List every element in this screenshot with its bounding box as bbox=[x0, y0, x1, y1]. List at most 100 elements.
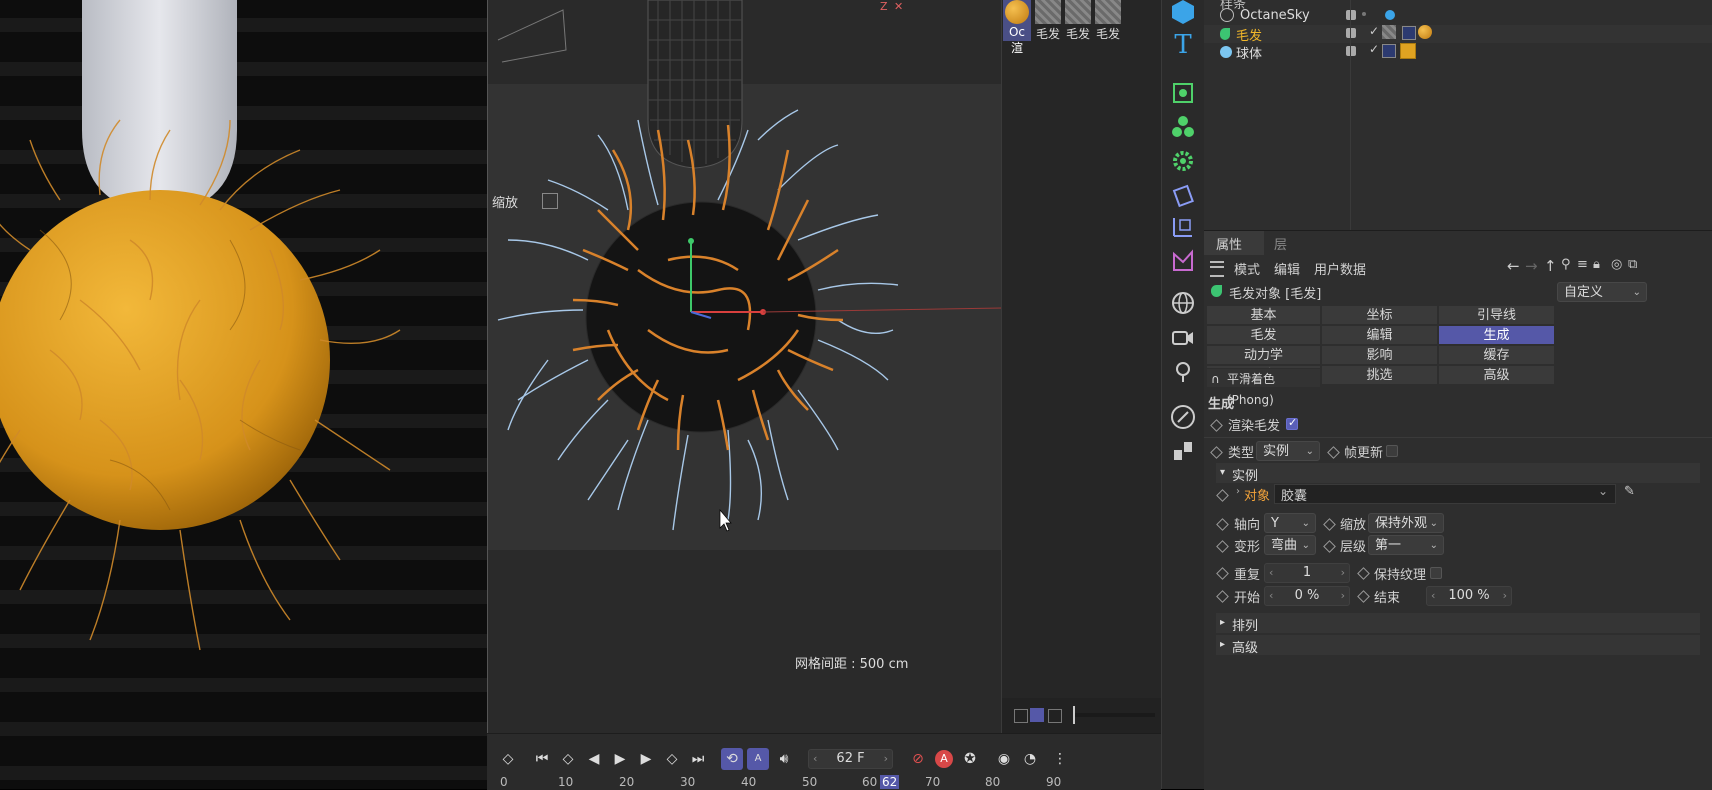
keyframe-icon[interactable] bbox=[1210, 419, 1223, 432]
keyframe-icon[interactable] bbox=[1357, 567, 1370, 580]
record-stop-icon[interactable]: ⊘ bbox=[907, 748, 929, 770]
gear-icon[interactable] bbox=[1168, 146, 1198, 176]
tab-select[interactable]: 挑选 bbox=[1321, 365, 1438, 385]
end-field[interactable]: ‹ 100 % › bbox=[1426, 586, 1512, 606]
text-tool-icon[interactable]: T bbox=[1168, 30, 1198, 60]
enabled-check-icon[interactable]: ✓ bbox=[1369, 24, 1379, 38]
grid-view-icon[interactable] bbox=[1030, 708, 1044, 722]
start-field[interactable]: ‹ 0 % › bbox=[1264, 586, 1350, 606]
play-icon[interactable]: ▶ bbox=[609, 748, 631, 770]
keyframe-icon[interactable] bbox=[1323, 518, 1336, 531]
cube-icon[interactable] bbox=[1168, 0, 1198, 26]
filter-icon[interactable]: ≡ bbox=[1577, 257, 1588, 272]
scale-dropdown[interactable]: 保持外观 ⌄ bbox=[1368, 513, 1444, 533]
keyframe-icon[interactable] bbox=[1216, 518, 1229, 531]
material-tag-icon[interactable] bbox=[1400, 43, 1416, 59]
go-to-start-icon[interactable]: ⏮ bbox=[531, 748, 553, 770]
zoom-slider[interactable] bbox=[1075, 713, 1155, 717]
layer-icon[interactable] bbox=[1346, 10, 1356, 20]
keyframe-icon[interactable] bbox=[1216, 590, 1229, 603]
menu-icon[interactable] bbox=[1210, 261, 1224, 277]
scene-icon[interactable] bbox=[1168, 246, 1198, 276]
target-icon[interactable]: ◎ bbox=[1611, 257, 1622, 272]
axis-dropdown[interactable]: Y ⌄ bbox=[1264, 513, 1316, 533]
arrange-section-header[interactable]: ▸ 排列 bbox=[1216, 613, 1700, 634]
tab-influence[interactable]: 影响 bbox=[1321, 345, 1438, 365]
keyframe-icon[interactable] bbox=[1216, 489, 1229, 502]
tab-coordinates[interactable]: 坐标 bbox=[1321, 305, 1438, 325]
forward-arrow-icon[interactable]: → bbox=[1525, 257, 1538, 275]
object-row-sphere[interactable]: 球体 bbox=[1236, 43, 1262, 62]
tab-generate[interactable]: 生成 bbox=[1438, 325, 1555, 345]
preset-dropdown[interactable]: 自定义 ⌄ bbox=[1557, 282, 1647, 302]
prev-frame-icon[interactable]: ◀ bbox=[583, 748, 605, 770]
material-slot[interactable]: 毛发 bbox=[1034, 0, 1062, 41]
playhead-frame[interactable]: 62 bbox=[880, 775, 900, 789]
keyframe-icon[interactable] bbox=[1210, 446, 1223, 459]
octane-tag-icon[interactable] bbox=[1385, 10, 1395, 20]
tab-cache[interactable]: 缓存 bbox=[1438, 345, 1555, 365]
tab-dynamics[interactable]: 动力学 bbox=[1206, 345, 1321, 365]
settings-icon[interactable]: ✪ bbox=[959, 748, 981, 770]
material-tag-icon[interactable] bbox=[1382, 25, 1396, 39]
tab-advanced[interactable]: 高级 bbox=[1438, 365, 1555, 385]
lock-icon[interactable]: 🔒︎ bbox=[1593, 257, 1600, 272]
material-slot-selected[interactable]: Oc渲 bbox=[1003, 0, 1031, 55]
sphere-material-tag-icon[interactable] bbox=[1418, 25, 1432, 39]
render-tag-icon[interactable] bbox=[1382, 44, 1396, 58]
menu-mode[interactable]: 模式 bbox=[1234, 259, 1260, 278]
next-frame-icon[interactable]: ▶ bbox=[635, 748, 657, 770]
tab-edit[interactable]: 编辑 bbox=[1321, 325, 1438, 345]
tab-basic[interactable]: 基本 bbox=[1206, 305, 1321, 325]
material-slot[interactable]: 毛发 bbox=[1094, 0, 1122, 41]
sound-icon[interactable]: 🔊︎ bbox=[773, 748, 795, 770]
layer-icon[interactable] bbox=[1346, 28, 1356, 38]
deform-dropdown[interactable]: 弯曲 ⌄ bbox=[1264, 535, 1316, 555]
enabled-check-icon[interactable]: ✓ bbox=[1369, 42, 1379, 56]
level-dropdown[interactable]: 第一 ⌄ bbox=[1368, 535, 1444, 555]
layer-icon[interactable] bbox=[1346, 46, 1356, 56]
keep-texture-checkbox[interactable] bbox=[1430, 567, 1442, 579]
pick-object-icon[interactable]: ✎ bbox=[1624, 484, 1635, 499]
tab-layers[interactable]: 层 bbox=[1264, 231, 1304, 255]
render-hair-checkbox[interactable] bbox=[1286, 416, 1298, 430]
back-arrow-icon[interactable]: ← bbox=[1507, 257, 1520, 275]
visibility-dot-icon[interactable] bbox=[1362, 12, 1366, 16]
object-row-hair[interactable]: 毛发 bbox=[1236, 25, 1262, 44]
keyframe-record-icon[interactable]: ◇ bbox=[497, 748, 519, 770]
environment-icon[interactable] bbox=[1168, 288, 1198, 318]
sphere-object[interactable] bbox=[585, 201, 817, 433]
tab-hair[interactable]: 毛发 bbox=[1206, 325, 1321, 345]
mograph-icon[interactable] bbox=[1168, 436, 1198, 466]
material-slot[interactable]: 毛发 bbox=[1064, 0, 1092, 41]
cloner-icon[interactable] bbox=[1168, 112, 1198, 142]
close-icon[interactable]: ✕ bbox=[894, 0, 903, 13]
render-tag-icon[interactable] bbox=[1402, 26, 1416, 40]
keyframe-icon[interactable] bbox=[1216, 540, 1229, 553]
repeat-field[interactable]: ‹ 1 › bbox=[1264, 563, 1350, 583]
keyframe-icon[interactable] bbox=[1323, 540, 1336, 553]
large-view-icon[interactable] bbox=[1048, 709, 1062, 723]
spline-generator-icon[interactable] bbox=[1168, 78, 1198, 108]
tab-attributes[interactable]: 属性 bbox=[1204, 231, 1264, 255]
zoom-icon[interactable] bbox=[542, 193, 558, 209]
list-view-icon[interactable] bbox=[1014, 709, 1028, 723]
3d-viewport[interactable]: 缩放 Z ✕ 网格间距 : 500 cm bbox=[487, 0, 1002, 733]
keyframe-icon[interactable] bbox=[1357, 590, 1370, 603]
deformer-icon[interactable] bbox=[1168, 180, 1198, 210]
current-frame-field[interactable]: ‹ 62 F › bbox=[808, 749, 893, 769]
speed-icon[interactable]: ◔ bbox=[1019, 748, 1041, 770]
frame-update-checkbox[interactable] bbox=[1386, 445, 1398, 457]
keyframe-icon[interactable] bbox=[1216, 567, 1229, 580]
next-key-icon[interactable]: ◇ bbox=[661, 748, 683, 770]
up-arrow-icon[interactable]: ↑ bbox=[1544, 257, 1557, 275]
prev-key-icon[interactable]: ◇ bbox=[557, 748, 579, 770]
advanced-section-header[interactable]: ▸ 高级 bbox=[1216, 635, 1700, 656]
light-icon[interactable] bbox=[1168, 356, 1198, 386]
camera-icon[interactable] bbox=[1168, 322, 1198, 352]
go-to-end-icon[interactable]: ⏭ bbox=[687, 748, 709, 770]
loop-icon[interactable]: ⟲ bbox=[721, 748, 743, 770]
lock-key-icon[interactable]: ◉ bbox=[993, 748, 1015, 770]
menu-user-data[interactable]: 用户数据 bbox=[1314, 259, 1366, 278]
new-window-icon[interactable]: ⧉ bbox=[1628, 257, 1637, 272]
